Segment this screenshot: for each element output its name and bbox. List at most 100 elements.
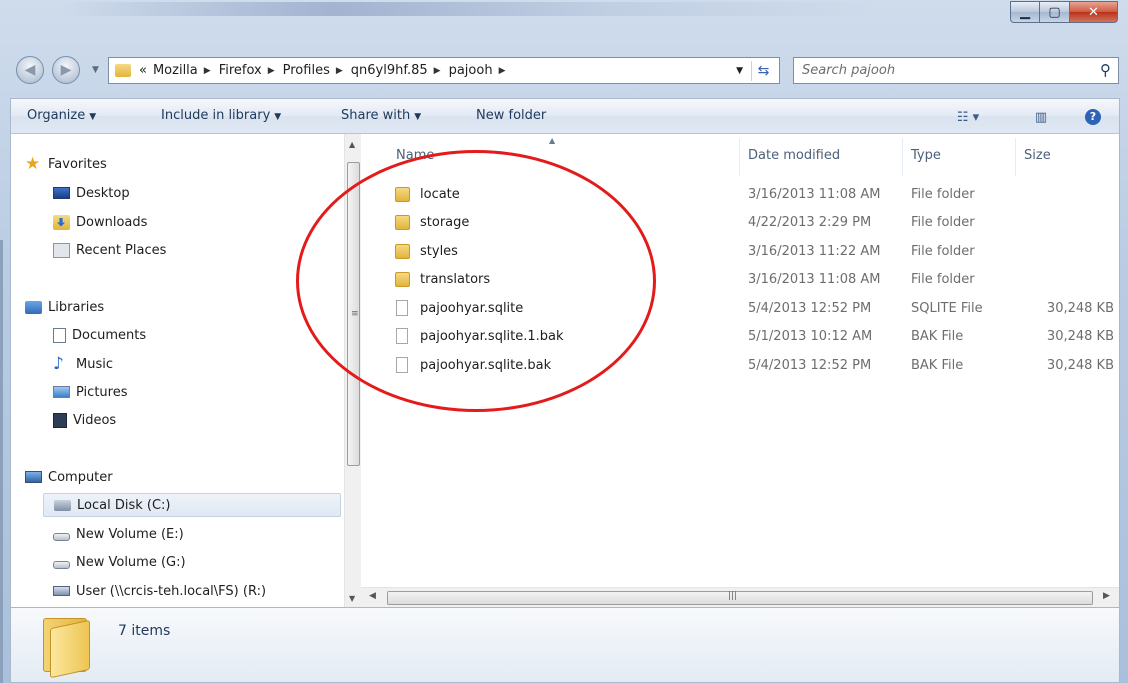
search-icon[interactable]: ⚲ bbox=[1100, 61, 1111, 79]
file-icon bbox=[396, 300, 408, 316]
file-row[interactable]: locate 3/16/2013 11:08 AM File folder bbox=[361, 181, 1119, 209]
share-with-label: Share with bbox=[341, 108, 411, 123]
file-list-scroll-thumb[interactable]: ||| bbox=[387, 591, 1093, 605]
nav-new-volume-e[interactable]: New Volume (E:) bbox=[53, 522, 184, 546]
nav-recent-places-label: Recent Places bbox=[76, 242, 167, 258]
chevron-right-icon[interactable]: ▶ bbox=[499, 66, 506, 76]
file-date: 3/16/2013 11:08 AM bbox=[748, 187, 881, 202]
close-button[interactable]: ✕ bbox=[1070, 1, 1118, 23]
pictures-icon bbox=[53, 386, 70, 398]
nav-videos[interactable]: Videos bbox=[53, 408, 116, 432]
chevron-down-icon: ▼ bbox=[89, 112, 97, 122]
breadcrumb-overflow[interactable]: « bbox=[139, 63, 147, 78]
address-dropdown-icon[interactable]: ▼ bbox=[736, 66, 743, 76]
file-name: storage bbox=[420, 215, 470, 230]
navigation-bar: ◀ ▶ ▼ « Mozilla ▶ Firefox ▶ Profiles ▶ qn6y… bbox=[0, 52, 1128, 88]
chevron-down-icon: ▼ bbox=[274, 112, 282, 122]
nav-new-volume-g[interactable]: New Volume (G:) bbox=[53, 550, 186, 574]
nav-desktop[interactable]: Desktop bbox=[53, 181, 130, 205]
file-row[interactable]: storage 4/22/2013 2:29 PM File folder bbox=[361, 209, 1119, 237]
file-row[interactable]: pajoohyar.sqlite 5/4/2013 12:52 PM SQLIT… bbox=[361, 295, 1119, 323]
file-row[interactable]: pajoohyar.sqlite.bak 5/4/2013 12:52 PM B… bbox=[361, 352, 1119, 380]
nav-scroll-thumb[interactable]: ≡ bbox=[347, 162, 360, 466]
forward-button[interactable]: ▶ bbox=[52, 56, 80, 84]
chevron-right-icon[interactable]: ▶ bbox=[434, 66, 441, 76]
scroll-up-icon[interactable]: ▲ bbox=[349, 140, 355, 149]
file-row[interactable]: translators 3/16/2013 11:08 AM File fold… bbox=[361, 266, 1119, 294]
refresh-icon[interactable]: ⇆ bbox=[751, 61, 775, 81]
command-bar: Organize ▼ Include in library ▼ Share with… bbox=[10, 98, 1120, 134]
chevron-right-icon[interactable]: ▶ bbox=[336, 66, 343, 76]
preview-pane-button[interactable]: ▥ bbox=[1031, 107, 1051, 127]
file-size: 30,248 KB bbox=[1046, 301, 1114, 316]
include-in-library-button[interactable]: Include in library ▼ bbox=[161, 108, 281, 123]
scroll-left-icon[interactable]: ◀ bbox=[369, 591, 376, 601]
breadcrumb-firefox[interactable]: Firefox bbox=[219, 63, 262, 78]
documents-icon bbox=[53, 327, 66, 343]
nav-new-volume-e-label: New Volume (E:) bbox=[76, 526, 184, 542]
back-button[interactable]: ◀ bbox=[16, 56, 44, 84]
breadcrumb-pajooh[interactable]: pajooh bbox=[449, 63, 493, 78]
file-type: SQLITE File bbox=[911, 301, 983, 316]
column-header-date-modified[interactable]: Date modified bbox=[748, 148, 840, 163]
breadcrumb-profiles[interactable]: Profiles bbox=[283, 63, 330, 78]
folder-icon bbox=[395, 187, 410, 202]
file-row[interactable]: styles 3/16/2013 11:22 AM File folder bbox=[361, 238, 1119, 266]
nav-vertical-scrollbar[interactable]: ▲ ≡ ▼ bbox=[344, 134, 361, 607]
column-header-size[interactable]: Size bbox=[1024, 148, 1051, 163]
nav-favorites-label: Favorites bbox=[48, 156, 107, 172]
column-divider[interactable] bbox=[902, 138, 903, 176]
nav-documents[interactable]: Documents bbox=[53, 323, 146, 347]
address-bar[interactable]: « Mozilla ▶ Firefox ▶ Profiles ▶ qn6yl9hf.8… bbox=[108, 57, 780, 84]
nav-network-drive-r[interactable]: User (\\crcis-teh.local\FS) (R:) bbox=[53, 579, 266, 603]
organize-button[interactable]: Organize ▼ bbox=[27, 108, 96, 123]
folder-icon bbox=[395, 272, 410, 287]
search-input[interactable]: Search pajooh ⚲ bbox=[793, 57, 1119, 84]
content-area: ★ Favorites Desktop Downloads Recent Plac… bbox=[10, 134, 1120, 607]
nav-local-disk-c[interactable]: Local Disk (C:) bbox=[43, 493, 341, 517]
column-divider[interactable] bbox=[1015, 138, 1016, 176]
column-header-type[interactable]: Type bbox=[911, 148, 941, 163]
caption-buttons: ▁ ▢ ✕ bbox=[1010, 1, 1118, 24]
preview-pane-icon: ▥ bbox=[1034, 109, 1048, 125]
nav-favorites[interactable]: ★ Favorites bbox=[25, 152, 107, 176]
share-with-button[interactable]: Share with ▼ bbox=[341, 108, 421, 123]
scroll-down-icon[interactable]: ▼ bbox=[349, 594, 355, 603]
videos-icon bbox=[53, 412, 67, 428]
nav-computer[interactable]: Computer bbox=[25, 465, 113, 489]
drive-icon bbox=[53, 533, 70, 541]
scroll-grip-icon: ≡ bbox=[351, 309, 359, 319]
file-date: 5/4/2013 12:52 PM bbox=[748, 301, 872, 316]
column-divider[interactable] bbox=[739, 138, 740, 176]
file-type: File folder bbox=[911, 244, 975, 259]
file-type: File folder bbox=[911, 272, 975, 287]
nav-downloads[interactable]: Downloads bbox=[53, 210, 147, 234]
nav-pictures[interactable]: Pictures bbox=[53, 380, 127, 404]
close-icon: ✕ bbox=[1088, 4, 1099, 20]
chevron-right-icon[interactable]: ▶ bbox=[204, 66, 211, 76]
file-list-horizontal-scrollbar[interactable]: ◀ ||| ▶ bbox=[361, 587, 1119, 607]
new-folder-button[interactable]: New folder bbox=[476, 108, 546, 123]
breadcrumb-mozilla[interactable]: Mozilla bbox=[153, 63, 198, 78]
drive-icon bbox=[53, 561, 70, 569]
item-count: 7 items bbox=[118, 623, 171, 639]
help-button[interactable]: ? bbox=[1083, 107, 1103, 127]
minimize-button[interactable]: ▁ bbox=[1010, 1, 1040, 23]
recent-pages-dropdown[interactable]: ▼ bbox=[92, 65, 99, 75]
file-row[interactable]: pajoohyar.sqlite.1.bak 5/1/2013 10:12 AM… bbox=[361, 323, 1119, 351]
desktop-icon bbox=[53, 187, 70, 199]
nav-documents-label: Documents bbox=[72, 327, 147, 343]
folder-icon bbox=[115, 64, 131, 77]
change-view-button[interactable]: ☷ ▾ bbox=[949, 107, 987, 127]
nav-recent-places[interactable]: Recent Places bbox=[53, 238, 166, 262]
chevron-right-icon[interactable]: ▶ bbox=[268, 66, 275, 76]
nav-music[interactable]: ♪ Music bbox=[53, 352, 113, 376]
breadcrumb-profile-folder[interactable]: qn6yl9hf.85 bbox=[351, 63, 428, 78]
column-header-name[interactable]: Name bbox=[396, 148, 434, 163]
file-name: translators bbox=[420, 272, 491, 287]
scroll-right-icon[interactable]: ▶ bbox=[1103, 591, 1110, 601]
nav-libraries[interactable]: Libraries bbox=[25, 295, 104, 319]
maximize-button[interactable]: ▢ bbox=[1040, 1, 1070, 23]
folder-icon bbox=[41, 614, 91, 679]
nav-libraries-label: Libraries bbox=[48, 299, 105, 315]
